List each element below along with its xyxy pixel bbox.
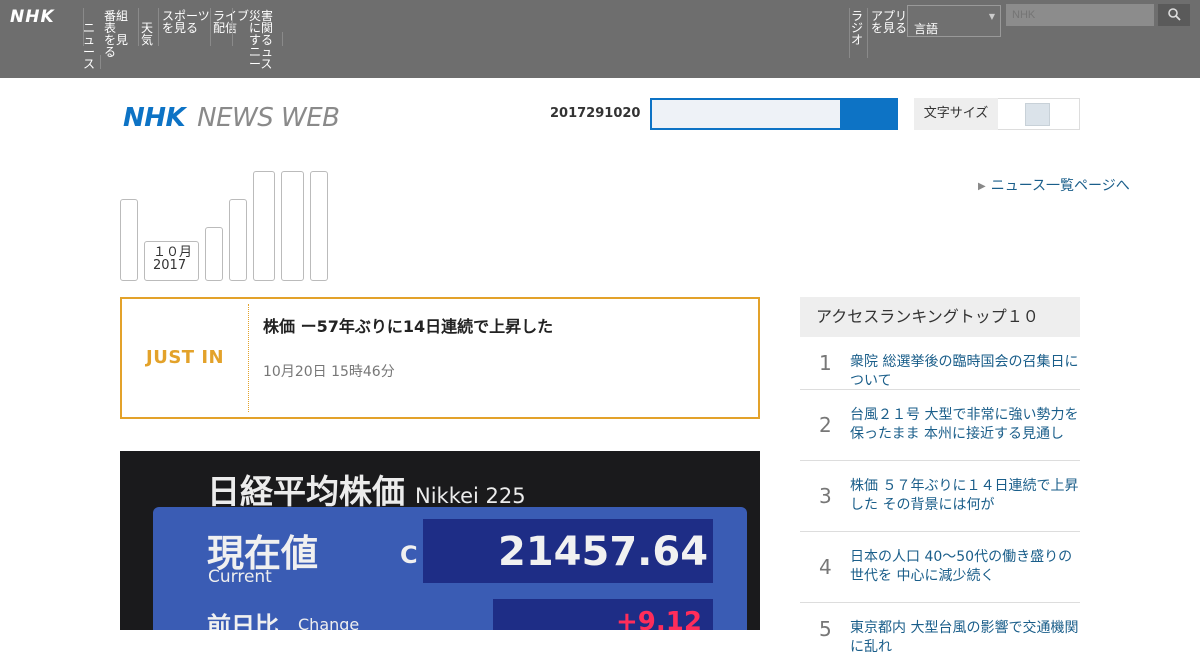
triangle-right-icon: ▶ bbox=[978, 181, 986, 192]
toggle-knob[interactable] bbox=[1025, 103, 1050, 126]
nav-divider bbox=[867, 8, 868, 58]
ranking-item[interactable]: 5 東京都内 大型台風の影響で交通機関に乱れ bbox=[800, 603, 1080, 655]
language-select-value: 言語 bbox=[914, 22, 939, 36]
calendar-day[interactable] bbox=[229, 199, 247, 281]
ranking-heading: アクセスランキングトップ１０ bbox=[800, 297, 1080, 337]
ranking-number: 2 bbox=[819, 413, 832, 437]
photo-change-label: 前日比 bbox=[207, 612, 279, 630]
nav-divider bbox=[158, 8, 159, 46]
news-list-link-label: ニュース一覧ページへ bbox=[990, 178, 1130, 194]
photo-current-en: Current bbox=[208, 567, 272, 587]
nav-label: ニュ ース bbox=[83, 21, 96, 71]
nav-label: ライブ 配信 bbox=[213, 9, 250, 35]
brand-secondary: NEWS WEB bbox=[197, 103, 340, 133]
ranking-link[interactable]: 株価 ５７年ぶりに１４日連続で上昇した その背景には何が bbox=[850, 477, 1080, 515]
photo-c-marker: C bbox=[400, 541, 418, 569]
calendar-day[interactable] bbox=[120, 199, 138, 281]
nhk-logo[interactable]: NHK bbox=[10, 7, 55, 27]
calendar-day[interactable] bbox=[310, 171, 328, 281]
nav-divider bbox=[849, 8, 850, 58]
language-select[interactable]: 言語 ▼ bbox=[907, 5, 1001, 37]
nav-item-disaster[interactable]: 災害 に関する ニュース bbox=[249, 10, 283, 70]
ranking-number: 1 bbox=[819, 351, 832, 375]
ranking-item[interactable]: 3 株価 ５７年ぶりに１４日連続で上昇した その背景には何が bbox=[800, 461, 1080, 532]
site-search-button[interactable] bbox=[840, 98, 898, 130]
photo-title-en: Nikkei 225 bbox=[415, 484, 526, 508]
calendar-day[interactable] bbox=[205, 227, 223, 281]
nav-label: スポーツ を見る bbox=[162, 9, 210, 35]
ranking-link[interactable]: 衆院 総選挙後の臨時国会の召集日について bbox=[850, 353, 1080, 391]
search-icon bbox=[1167, 8, 1181, 21]
nav-label: 番組表 を見る bbox=[104, 9, 129, 59]
nav-item-weather[interactable]: 天気 bbox=[141, 22, 157, 46]
nav-item-news[interactable]: ニュ ース bbox=[83, 22, 99, 70]
photo-change-value: +9.12 bbox=[616, 607, 702, 630]
nav-item-app[interactable]: アプリ を見る bbox=[871, 10, 907, 34]
photo-change-en: Change bbox=[298, 615, 360, 630]
nav-label: ラジ オ bbox=[851, 9, 864, 47]
nav-item-sports[interactable]: スポーツ を見る bbox=[162, 10, 210, 34]
text-size-label: 文字サイズ bbox=[914, 98, 998, 130]
calendar-label: １０月 2017 bbox=[153, 246, 192, 272]
calendar-day[interactable] bbox=[281, 171, 304, 281]
just-in-divider bbox=[248, 304, 249, 412]
news-web-logo[interactable]: NHK NEWS WEB bbox=[123, 103, 340, 133]
ranking-link[interactable]: 東京都内 大型台風の影響で交通機関に乱れ bbox=[850, 619, 1080, 657]
calendar-day[interactable] bbox=[253, 171, 275, 281]
nav-item-live[interactable]: ライブ 配信 bbox=[213, 10, 249, 34]
news-list-link[interactable]: ▶ ニュース一覧ページへ bbox=[978, 175, 1130, 195]
nav-divider bbox=[210, 8, 211, 46]
calendar-year: 2017 bbox=[153, 258, 187, 273]
nav-label: 天気 bbox=[141, 21, 154, 47]
nav-divider bbox=[138, 8, 139, 46]
nav-divider bbox=[232, 8, 233, 46]
global-header: NHK ニュ ース 番組表 を見る 天気 スポーツ を見る ライブ 配信 災害 … bbox=[0, 0, 1200, 78]
ranking-item[interactable]: 1 衆院 総選挙後の臨時国会の召集日について bbox=[800, 337, 1080, 390]
photo-title: 日経平均株価 Nikkei 225 bbox=[207, 465, 526, 513]
just-in-title[interactable]: 株価 ー57年ぶりに14日連続で上昇した bbox=[263, 315, 643, 339]
photo-title-jp: 日経平均株価 bbox=[207, 472, 405, 511]
nav-divider bbox=[282, 32, 283, 46]
photo-value: 21457.64 bbox=[498, 529, 709, 575]
nav-label: アプリ を見る bbox=[871, 9, 908, 35]
current-date: 2017291020 bbox=[550, 106, 641, 121]
global-search-input[interactable] bbox=[1006, 4, 1154, 26]
nav-item-radio[interactable]: ラジ オ bbox=[851, 10, 867, 46]
just-in-label: JUST IN bbox=[146, 347, 225, 368]
ranking-number: 5 bbox=[819, 617, 832, 641]
ranking-item[interactable]: 2 台風２１号 大型で非常に強い勢力を保ったまま 本州に接近する見通し bbox=[800, 390, 1080, 461]
just-in-date: 10月20日 15時46分 bbox=[263, 364, 395, 380]
nav-label: 災害 に関する ニュース bbox=[249, 9, 274, 71]
ranking-link[interactable]: 台風２１号 大型で非常に強い勢力を保ったまま 本州に接近する見通し bbox=[850, 406, 1080, 444]
nav-divider bbox=[100, 55, 101, 69]
ranking-number: 4 bbox=[819, 555, 832, 579]
brand-primary: NHK bbox=[123, 103, 186, 133]
chevron-down-icon: ▼ bbox=[988, 12, 995, 21]
stock-board-photo[interactable]: 日経平均株価 Nikkei 225 現在値 Current C 21457.64 … bbox=[120, 451, 760, 630]
site-search-input[interactable] bbox=[650, 98, 842, 130]
ranking-item[interactable]: 4 日本の人口 40～50代の働き盛りの世代を 中心に減少続く bbox=[800, 532, 1080, 603]
ranking-link[interactable]: 日本の人口 40～50代の働き盛りの世代を 中心に減少続く bbox=[850, 548, 1080, 586]
nav-item-program[interactable]: 番組表 を見る bbox=[104, 10, 138, 58]
global-search-button[interactable] bbox=[1158, 4, 1190, 26]
ranking-number: 3 bbox=[819, 484, 832, 508]
